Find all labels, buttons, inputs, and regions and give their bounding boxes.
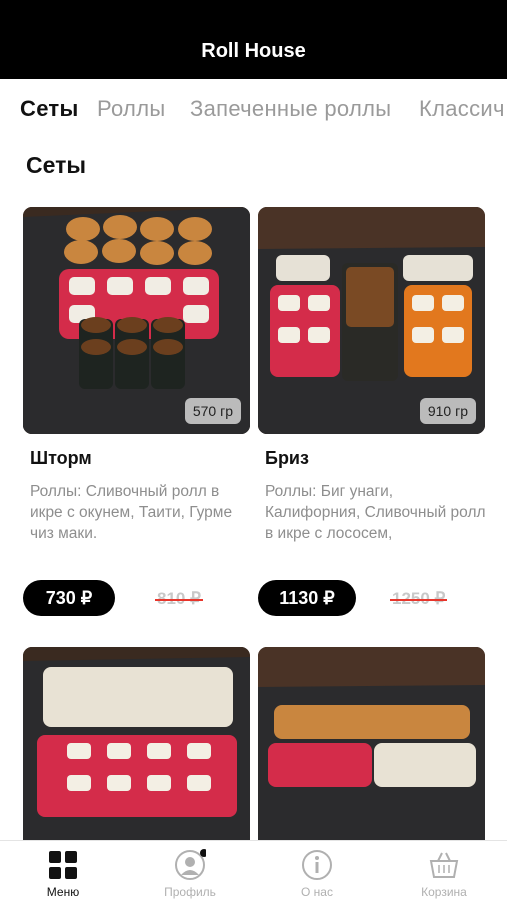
- nav-profile-label: Профиль: [164, 885, 216, 899]
- old-price: 1250 ₽: [389, 589, 448, 608]
- app-title: Roll House: [201, 40, 306, 62]
- product-photo: 570 гр: [23, 207, 250, 434]
- nav-about[interactable]: О нас: [254, 841, 380, 900]
- nav-about-label: О нас: [301, 885, 333, 899]
- tab-baked-rolls[interactable]: Запеченные роллы: [190, 96, 391, 122]
- nav-cart[interactable]: Корзина: [381, 841, 507, 900]
- category-tabs: Сеты Роллы Запеченные роллы Классич: [0, 79, 507, 137]
- product-photo: 910 гр: [258, 207, 485, 434]
- price-button[interactable]: 1130 ₽: [258, 580, 356, 616]
- basket-icon: [429, 852, 459, 878]
- section-title: Сеты: [26, 152, 87, 178]
- profile-icon: [175, 849, 206, 880]
- menu-grid-icon: [49, 851, 77, 879]
- old-price: 810 ₽: [155, 589, 203, 608]
- product-name: Шторм: [30, 448, 92, 468]
- bottom-nav: Меню Профиль О нас Корзина: [0, 840, 507, 900]
- nav-menu[interactable]: Меню: [0, 841, 126, 900]
- product-description: Роллы: Биг унаги, Калифорния, Сливочный …: [265, 483, 486, 542]
- tab-sets[interactable]: Сеты: [20, 96, 79, 122]
- info-icon: [302, 850, 332, 880]
- weight-badge: 910 гр: [419, 398, 476, 424]
- nav-menu-label: Меню: [46, 885, 80, 899]
- price-button[interactable]: 730 ₽: [23, 580, 115, 616]
- tab-classic[interactable]: Классич: [419, 96, 505, 122]
- tab-rolls[interactable]: Роллы: [97, 96, 165, 122]
- nav-profile[interactable]: Профиль: [127, 841, 253, 900]
- product-name: Бриз: [265, 448, 309, 468]
- app-header: Roll House: [0, 0, 507, 79]
- product-description: Роллы: Сливочный ролл в икре с окунем, Т…: [30, 483, 233, 542]
- nav-cart-label: Корзина: [421, 885, 467, 899]
- weight-badge: 570 гр: [184, 398, 241, 424]
